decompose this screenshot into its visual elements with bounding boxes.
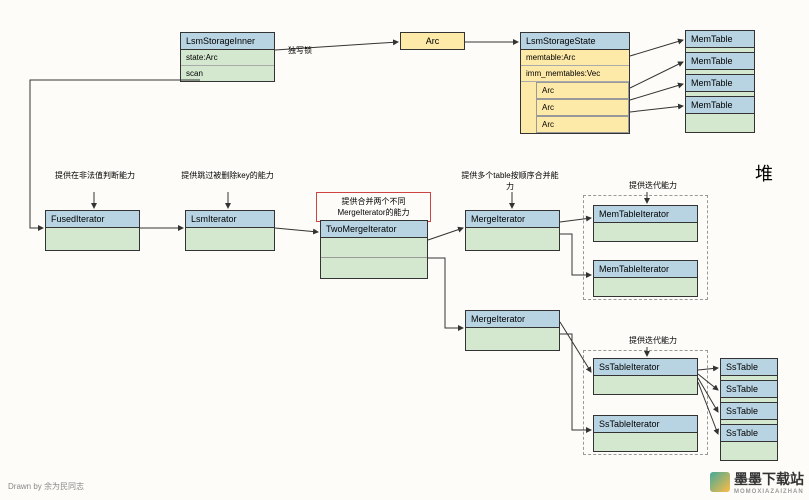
lsm-iter-desc-label: 提供跳过被删除key的能力 (180, 170, 275, 181)
node-row: imm_memtables:Vec (521, 66, 629, 82)
node-row: Arc (536, 116, 629, 133)
exclusive-lock-label: 独写锁 (288, 45, 312, 56)
sstable-node: SsTable (720, 424, 778, 461)
node-title: LsmStorageInner (181, 33, 274, 50)
heap-label: 堆 (755, 160, 773, 186)
watermark: 墨墨下载站 MOMOXIAZAIZHAN (710, 469, 804, 495)
two-merge-iterator-node: TwoMergeIterator (320, 220, 428, 279)
merge-iterator-node: MergeIterator (465, 310, 560, 351)
watermark-icon (710, 472, 730, 492)
node-title: LsmStorageState (521, 33, 629, 50)
memtable-iterator-node: MemTableIterator (593, 205, 698, 242)
sstable-iterator-node: SsTableIterator (593, 358, 698, 395)
iter-desc-label: 提供迭代能力 (613, 180, 693, 191)
sstable-iterator-node: SsTableIterator (593, 415, 698, 452)
memtable-iterator-node: MemTableIterator (593, 260, 698, 297)
iter-desc-label: 提供迭代能力 (613, 335, 693, 346)
node-row: Arc (536, 99, 629, 116)
lsm-storage-state-node: LsmStorageState memtable:Arc imm_memtabl… (520, 32, 630, 134)
merge-desc-label: 提供多个table按顺序合并能力 (460, 170, 560, 192)
watermark-sub: MOMOXIAZAIZHAN (734, 489, 804, 495)
fused-desc-label: 提供在非法值判断能力 (50, 170, 140, 181)
node-row: scan (181, 66, 274, 81)
watermark-text: 墨墨下载站 (734, 469, 804, 489)
arc-node: Arc (400, 32, 465, 50)
node-row: memtable:Arc (521, 50, 629, 66)
lsm-iterator-node: LsmIterator (185, 210, 275, 251)
node-row: Arc (536, 82, 629, 99)
lsm-storage-inner-node: LsmStorageInner state:Arc scan (180, 32, 275, 82)
fused-iterator-node: FusedIterator (45, 210, 140, 251)
node-row: state:Arc (181, 50, 274, 66)
memtable-node: MemTable (685, 96, 755, 133)
footer-credit: Drawn by 余为民同志 (8, 481, 84, 492)
two-merge-desc-label: 提供合并两个不同MergeIterator的能力 (316, 192, 431, 222)
merge-iterator-node: MergeIterator (465, 210, 560, 251)
